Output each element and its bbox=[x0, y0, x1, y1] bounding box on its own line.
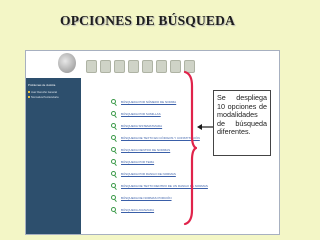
sidebar: Problemas de Justicia Juez Derecho Gener… bbox=[26, 78, 81, 234]
banner-icon[interactable] bbox=[128, 60, 139, 73]
banner-icon[interactable] bbox=[114, 60, 125, 73]
bullet-icon bbox=[28, 96, 30, 98]
banner-icon[interactable] bbox=[142, 60, 153, 73]
sidebar-item-normativa[interactable]: Normativa Penitenciaria bbox=[28, 96, 59, 99]
magnifier-icon bbox=[111, 182, 117, 190]
search-option[interactable]: BÚSQUEDA POR NÚMERO DE NORMA bbox=[111, 97, 176, 107]
app-logo-icon bbox=[58, 53, 76, 73]
banner-icon[interactable] bbox=[86, 60, 97, 73]
banner-icon[interactable] bbox=[156, 60, 167, 73]
callout-note: Se despliega 10 opciones de modalidades … bbox=[213, 90, 271, 156]
sidebar-item-juez[interactable]: Juez Derecho General bbox=[28, 91, 57, 94]
search-option[interactable]: BÚSQUEDA DENTRO DE NORMAS bbox=[111, 145, 170, 155]
search-option[interactable]: BÚSQUEDA SISTEMATIZADA bbox=[111, 121, 162, 131]
search-option[interactable]: BÚSQUEDA DE NORMAS PORCIÓN bbox=[111, 193, 172, 203]
magnifier-icon bbox=[111, 98, 117, 106]
slide-title: OPCIONES DE BÚSQUEDA bbox=[60, 13, 236, 28]
search-option-link[interactable]: BÚSQUEDA SISTEMATIZADA bbox=[121, 124, 162, 128]
magnifier-icon bbox=[111, 146, 117, 154]
search-option-link[interactable]: BÚSQUEDA DE NORMAS PORCIÓN bbox=[121, 196, 172, 200]
bullet-icon bbox=[28, 91, 30, 93]
search-option-link[interactable]: BÚSQUEDA DENTRO DE NORMAS bbox=[121, 148, 170, 152]
search-option[interactable]: BÚSQUEDA AVANZADA bbox=[111, 205, 154, 215]
search-option-link[interactable]: BÚSQUEDA AVANZADA bbox=[121, 208, 154, 212]
search-option[interactable]: BÚSQUEDA POR SUMILLAS bbox=[111, 109, 161, 119]
magnifier-icon bbox=[111, 158, 117, 166]
magnifier-icon bbox=[111, 206, 117, 214]
search-option-link[interactable]: BÚSQUEDA POR SUMILLAS bbox=[121, 112, 161, 116]
sidebar-item-label: Normativa Penitenciaria bbox=[31, 96, 59, 99]
search-option-link[interactable]: BÚSQUEDA POR TEMA bbox=[121, 160, 154, 164]
magnifier-icon bbox=[111, 170, 117, 178]
search-option-link[interactable]: BÚSQUEDA POR NÚMERO DE NORMA bbox=[121, 100, 176, 104]
sidebar-item-label: Juez Derecho General bbox=[31, 91, 57, 94]
magnifier-icon bbox=[111, 194, 117, 202]
banner-icon[interactable] bbox=[100, 60, 111, 73]
magnifier-icon bbox=[111, 110, 117, 118]
magnifier-icon bbox=[111, 134, 117, 142]
banner-icons bbox=[86, 60, 276, 73]
search-option[interactable]: BÚSQUEDA POR TEMA bbox=[111, 157, 154, 167]
sidebar-heading: Problemas de Justicia bbox=[28, 83, 56, 87]
search-option[interactable]: BÚSQUEDA POR RANGO DE NORMAS bbox=[111, 169, 176, 179]
curly-brace bbox=[183, 70, 197, 226]
search-option-link[interactable]: BÚSQUEDA POR RANGO DE NORMAS bbox=[121, 172, 176, 176]
magnifier-icon bbox=[111, 122, 117, 130]
banner-icon[interactable] bbox=[170, 60, 181, 73]
